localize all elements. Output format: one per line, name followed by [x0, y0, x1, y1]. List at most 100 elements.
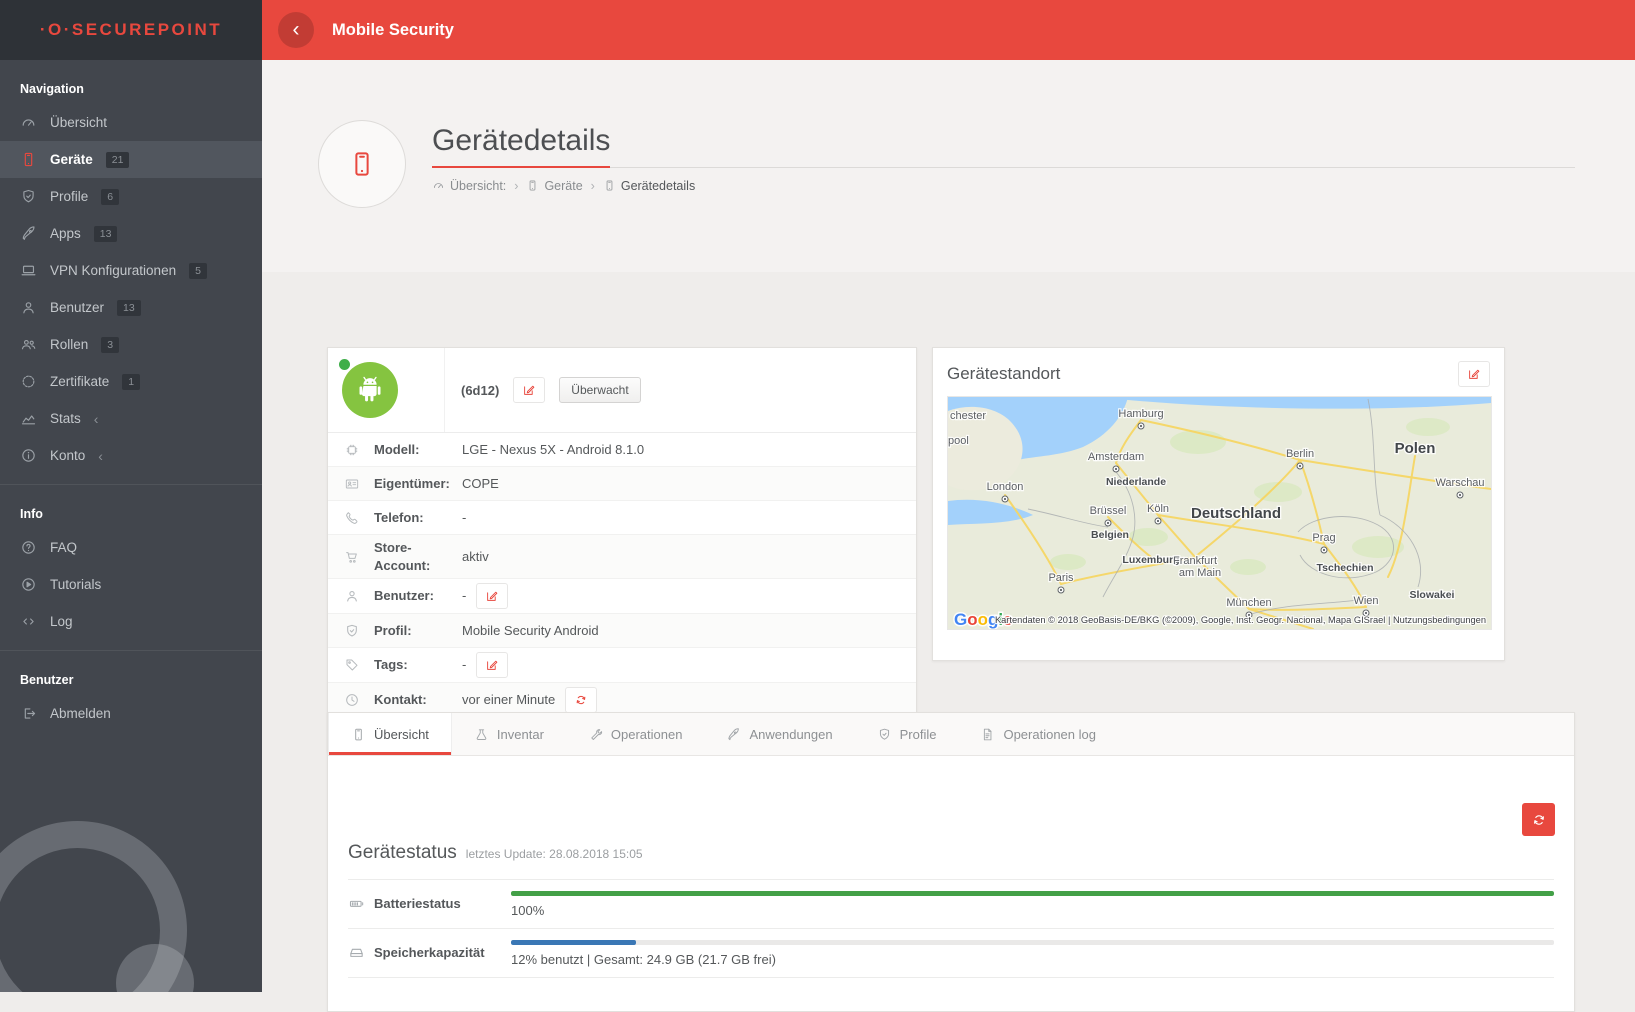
- rocket-icon: [726, 727, 741, 742]
- sidebar-item-stats[interactable]: Stats‹: [0, 400, 262, 437]
- sidebar-item-badge: 21: [106, 152, 130, 168]
- device-row-tags: Tags:-: [328, 647, 916, 682]
- app-title: Mobile Security: [332, 21, 454, 40]
- device-header-main: (6d12) Überwacht: [445, 348, 657, 432]
- city-marker-icon: [1058, 587, 1064, 593]
- breadcrumb-label: Geräte: [544, 179, 582, 193]
- city-marker-icon: [1297, 463, 1303, 469]
- device-row-label: Benutzer:: [374, 587, 462, 605]
- status-label-text: Batteriestatus: [374, 896, 461, 911]
- page-title: Gerätedetails: [432, 124, 610, 168]
- sidebar-item-tutorials[interactable]: Tutorials: [0, 566, 262, 603]
- edit-tags-button[interactable]: [476, 652, 508, 678]
- google-map[interactable]: chesterpoolHamburgAmsterdamBerlinPolenNi…: [947, 396, 1492, 630]
- tab-anwendungen[interactable]: Anwendungen: [704, 713, 854, 755]
- sidebar-item-abmelden[interactable]: Abmelden: [0, 695, 262, 732]
- device-row-value-text: LGE - Nexus 5X - Android 8.1.0: [462, 441, 644, 459]
- user-icon: [20, 299, 37, 316]
- sidebar-item-zertifikate[interactable]: Zertifikate1: [0, 363, 262, 400]
- edit-icon: [522, 383, 536, 397]
- laptop-icon: [20, 262, 37, 279]
- refresh-icon: [574, 693, 588, 707]
- sidebar-item-label: Apps: [50, 226, 81, 241]
- chip-icon: [344, 442, 374, 458]
- tag-icon: [344, 657, 360, 673]
- map-canvas: chesterpoolHamburgAmsterdamBerlinPolenNi…: [948, 397, 1491, 629]
- sidebar-item-badge: 3: [101, 337, 119, 353]
- tab-übersicht[interactable]: Übersicht: [328, 713, 452, 755]
- city-marker-icon: [1113, 466, 1119, 472]
- status-row-label: Speicherkapazität: [348, 937, 511, 967]
- map-label: am Main: [1179, 567, 1221, 579]
- device-row-label: Profil:: [374, 622, 462, 640]
- map-terms-link[interactable]: Nutzungsbedingungen: [1393, 615, 1486, 625]
- title-underline: Gerätedetails: [432, 124, 1575, 168]
- tab-profile[interactable]: Profile: [855, 713, 959, 755]
- city-marker-icon: [1321, 547, 1327, 553]
- device-row-value-text: aktiv: [462, 548, 489, 566]
- tab-label: Anwendungen: [749, 727, 832, 742]
- map-label: Frankfurt: [1173, 555, 1217, 567]
- edit-location-button[interactable]: [1458, 361, 1490, 387]
- wrench-icon: [588, 727, 603, 742]
- flask-icon: [474, 727, 489, 742]
- status-row-batteriestatus: Batteriestatus 100%: [348, 880, 1554, 929]
- map-label: Luxemburg: [1122, 554, 1179, 566]
- device-row-value: -: [462, 652, 508, 678]
- sidebar-item-badge: 5: [189, 263, 207, 279]
- sidebar-section-label: Info: [0, 485, 262, 529]
- refresh-kontakt-button[interactable]: [565, 687, 597, 713]
- play-icon: [20, 576, 37, 593]
- back-button[interactable]: ‹: [278, 12, 314, 48]
- sidebar-item-konto[interactable]: Konto‹: [0, 437, 262, 474]
- shield-icon: [20, 188, 37, 205]
- device-row-value-text: vor einer Minute: [462, 691, 555, 709]
- sidebar-item-geräte[interactable]: Geräte 21: [0, 141, 262, 178]
- city-marker-icon: [1457, 492, 1463, 498]
- chart-icon: [20, 410, 37, 427]
- tab-label: Profile: [900, 727, 937, 742]
- phone-icon: [526, 179, 539, 192]
- sidebar-item-apps[interactable]: Apps13: [0, 215, 262, 252]
- phone-icon: [347, 149, 377, 179]
- monitored-badge: Überwacht: [559, 377, 640, 403]
- sidebar-item-label: FAQ: [50, 540, 77, 555]
- breadcrumb-item-geräte[interactable]: Geräte: [526, 179, 582, 193]
- sidebar-item-label: Profile: [50, 189, 88, 204]
- sidebar-item-benutzer[interactable]: Benutzer13: [0, 289, 262, 326]
- tab-operationen[interactable]: Operationen: [566, 713, 705, 755]
- map-label: München: [1226, 597, 1271, 609]
- sidebar-item-profile[interactable]: Profile6: [0, 178, 262, 215]
- disk-icon: [348, 944, 365, 961]
- status-bar-cell: 100%: [511, 888, 1554, 918]
- edit-benutzer-button[interactable]: [476, 583, 508, 609]
- clock-icon: [344, 692, 360, 708]
- tab-label: Übersicht: [374, 727, 429, 742]
- refresh-status-button[interactable]: [1522, 803, 1555, 836]
- device-row-value-text: -: [462, 509, 466, 527]
- device-row-benutzer: Benutzer:-: [328, 578, 916, 613]
- tab-operationen-log[interactable]: Operationen log: [958, 713, 1118, 755]
- sidebar-item-vpn-konfigurationen[interactable]: VPN Konfigurationen5: [0, 252, 262, 289]
- edit-device-name-button[interactable]: [513, 377, 545, 403]
- device-row-label: Tags:: [374, 656, 462, 674]
- status-title: Gerätestatus: [348, 842, 457, 864]
- sidebar-item-label: Abmelden: [50, 706, 111, 721]
- sidebar-item-übersicht[interactable]: Übersicht: [0, 104, 262, 141]
- device-row-label: Telefon:: [374, 509, 462, 527]
- sidebar-section-label: Benutzer: [0, 651, 262, 695]
- sidebar-item-faq[interactable]: FAQ: [0, 529, 262, 566]
- breadcrumb-item-übersicht[interactable]: Übersicht:: [432, 179, 506, 193]
- sidebar-item-rollen[interactable]: Rollen3: [0, 326, 262, 363]
- tab-inventar[interactable]: Inventar: [452, 713, 566, 755]
- device-avatar: [342, 362, 398, 418]
- question-icon: [20, 539, 37, 556]
- sidebar-item-label: Geräte: [50, 152, 93, 167]
- device-row-value: LGE - Nexus 5X - Android 8.1.0: [462, 441, 644, 459]
- device-row-value: -: [462, 583, 508, 609]
- cart-icon: [344, 549, 374, 565]
- sidebar-item-log[interactable]: Log: [0, 603, 262, 640]
- handset-icon: [344, 510, 360, 526]
- device-row-label: Modell:: [374, 441, 462, 459]
- top-bar: ‹ Mobile Security: [262, 0, 1635, 60]
